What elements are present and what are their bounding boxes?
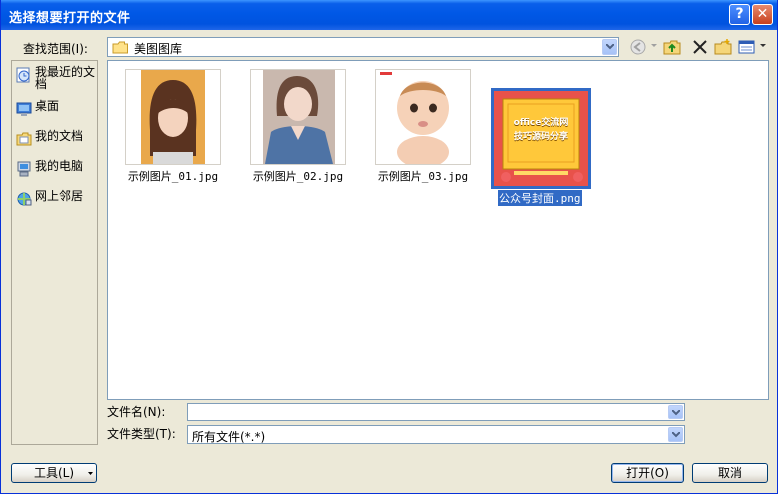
filetype-combobox[interactable]: 所有文件(*.*) — [187, 425, 685, 444]
place-label: 网上邻居 — [35, 189, 84, 203]
chevron-down-icon — [672, 432, 680, 438]
filename-label: 文件名(N): — [107, 405, 166, 419]
cover-title: office交流网 — [513, 118, 569, 128]
place-label: 桌面 — [35, 99, 60, 113]
chevron-down-icon — [606, 44, 614, 50]
open-button[interactable]: 打开(O) — [611, 463, 684, 483]
lookin-label: 查找范围(I): — [23, 42, 88, 56]
file-thumbnail — [375, 69, 471, 168]
close-icon: ✕ — [756, 6, 769, 22]
network-places-icon — [17, 192, 32, 206]
file-name: 示例图片_01.jpg — [127, 170, 219, 183]
photo-baby — [376, 70, 470, 168]
place-label: 我的电脑 — [35, 159, 84, 173]
delete-icon[interactable] — [691, 38, 709, 56]
lookin-value: 美图图库 — [134, 42, 183, 56]
place-my-documents[interactable]: 我的文档 — [14, 127, 96, 155]
place-label: 我最近的文档 — [35, 65, 96, 91]
place-label: 我的文档 — [35, 129, 84, 143]
chevron-down-icon — [88, 472, 93, 475]
up-folder-icon[interactable] — [663, 38, 681, 56]
recent-docs-icon — [16, 67, 30, 83]
folder-icon — [112, 41, 128, 54]
lookin-dropdown-button[interactable] — [602, 39, 617, 55]
cancel-button-label: 取消 — [717, 466, 742, 480]
file-name: 示例图片_02.jpg — [252, 170, 344, 183]
views-menu-icon[interactable] — [738, 38, 756, 56]
place-my-computer[interactable]: 我的电脑 — [14, 157, 96, 185]
title-bar[interactable]: 选择想要打开的文件 ? ✕ — [1, 0, 777, 30]
desktop-icon — [16, 102, 32, 116]
my-documents-icon — [16, 132, 32, 146]
cover-subtitle: 技巧源码分享 — [513, 132, 568, 142]
file-name: 公众号封面.png — [498, 190, 582, 206]
open-file-dialog: 选择想要打开的文件 ? ✕ 查找范围(I): 美图图库 我最近的文档 桌面 我的… — [0, 0, 778, 494]
filetype-dropdown-button[interactable] — [668, 427, 683, 442]
place-desktop[interactable]: 桌面 — [14, 97, 96, 125]
filename-combobox[interactable] — [187, 403, 685, 421]
tools-button[interactable]: 工具(L) — [11, 463, 97, 483]
new-folder-icon[interactable] — [714, 38, 732, 56]
file-list[interactable]: 示例图片_01.jpg 示例图片_02.jpg 示例图片_03.jpg offi… — [107, 60, 769, 400]
filetype-value: 所有文件(*.*) — [192, 430, 266, 444]
file-thumbnail — [250, 69, 346, 165]
back-dropdown-icon[interactable] — [651, 44, 657, 48]
help-button[interactable]: ? — [729, 4, 750, 25]
filetype-label: 文件类型(T): — [107, 427, 176, 441]
place-network[interactable]: 网上邻居 — [14, 187, 96, 215]
back-icon[interactable] — [629, 38, 647, 56]
filename-dropdown-button[interactable] — [668, 405, 683, 419]
chevron-down-icon — [672, 410, 680, 416]
lookin-combobox[interactable]: 美图图库 — [107, 37, 619, 57]
file-thumbnail: office交流网 技巧源码分享 — [494, 91, 588, 186]
cancel-button[interactable]: 取消 — [692, 463, 768, 483]
my-computer-icon — [17, 161, 31, 177]
views-dropdown-icon[interactable] — [760, 44, 766, 48]
file-name: 示例图片_03.jpg — [377, 170, 469, 183]
photo-woman-denim — [263, 70, 335, 164]
close-button[interactable]: ✕ — [752, 4, 773, 25]
place-recent-docs[interactable]: 我最近的文档 — [14, 63, 96, 93]
file-thumbnail — [125, 69, 221, 165]
tools-button-label: 工具(L) — [33, 466, 75, 480]
photo-woman-bangs — [141, 70, 205, 164]
open-button-label: 打开(O) — [626, 466, 669, 480]
window-title: 选择想要打开的文件 — [9, 11, 131, 26]
places-bar: 我最近的文档 桌面 我的文档 我的电脑 网上邻居 — [11, 60, 98, 445]
